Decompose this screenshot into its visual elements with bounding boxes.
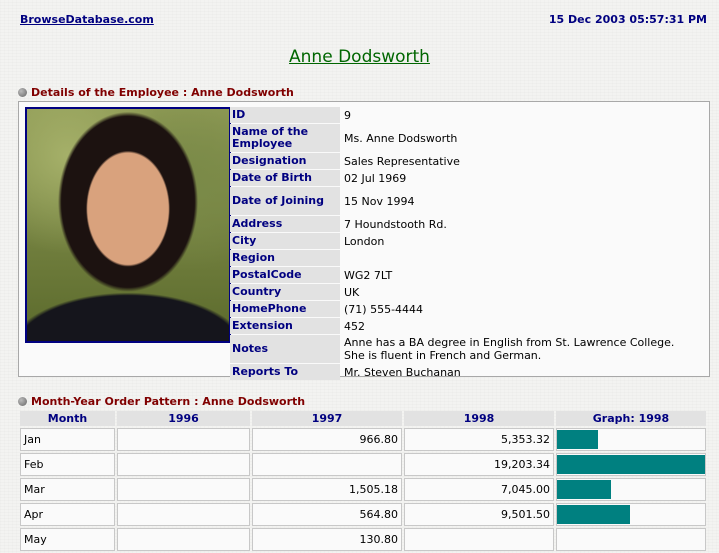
month-cell: Jan xyxy=(20,428,115,451)
table-row: Jan 966.80 5,353.32 xyxy=(20,428,706,451)
col-graph-1998: Graph: 1998 xyxy=(556,411,706,426)
detail-value: 7 Houndstooth Rd. xyxy=(344,217,447,231)
employee-photo xyxy=(25,107,231,343)
detail-row: Country UK xyxy=(230,284,694,300)
bullet-icon xyxy=(18,397,27,406)
detail-label: Extension xyxy=(230,318,340,334)
detail-label: HomePhone xyxy=(230,301,340,317)
value-1997-cell: 1,505.18 xyxy=(252,478,402,501)
value-1997-cell: 966.80 xyxy=(252,428,402,451)
value-1996-cell xyxy=(117,478,250,501)
value-1998-cell: 5,353.32 xyxy=(404,428,554,451)
detail-value: WG2 7LT xyxy=(344,268,393,282)
value-1998-cell: 7,045.00 xyxy=(404,478,554,501)
employee-details-panel: ID 9 Name of the Employee Ms. Anne Dodswort… xyxy=(18,101,710,380)
detail-label: PostalCode xyxy=(230,267,340,283)
table-row: Apr 564.80 9,501.50 xyxy=(20,503,706,526)
month-cell: Feb xyxy=(20,453,115,476)
bar-1998 xyxy=(557,505,631,524)
details-section-label: Details of the Employee : Anne Dodsworth xyxy=(31,86,294,99)
detail-label: Date of Birth xyxy=(230,170,340,186)
detail-row: PostalCode WG2 7LT xyxy=(230,267,694,283)
detail-row: ID 9 xyxy=(230,107,694,123)
col-1998[interactable]: 1998 xyxy=(404,411,554,426)
col-1997[interactable]: 1997 xyxy=(252,411,402,426)
orders-section-heading: Month-Year Order Pattern : Anne Dodswort… xyxy=(18,395,305,408)
order-pattern-table: Month 1996 1997 1998 Graph: 1998 Jan 966.… xyxy=(18,409,708,553)
value-1996-cell xyxy=(117,503,250,526)
site-link[interactable]: BrowseDatabase.com xyxy=(20,13,154,26)
detail-value: Sales Representative xyxy=(344,154,460,168)
detail-row: HomePhone (71) 555-4444 xyxy=(230,301,694,317)
col-1996[interactable]: 1996 xyxy=(117,411,250,426)
current-datetime: 15 Dec 2003 05:57:31 PM xyxy=(548,13,707,26)
detail-value: Anne has a BA degree in English from St.… xyxy=(344,336,675,362)
page-title[interactable]: Anne Dodsworth xyxy=(0,47,719,67)
month-cell: Apr xyxy=(20,503,115,526)
details-section-heading: Details of the Employee : Anne Dodsworth xyxy=(18,86,294,99)
value-1998-cell: 19,203.34 xyxy=(404,453,554,476)
detail-row: Date of Joining 15 Nov 1994 xyxy=(230,187,694,215)
value-1997-cell: 564.80 xyxy=(252,503,402,526)
detail-row: Region xyxy=(230,250,694,266)
graph-cell xyxy=(556,428,706,451)
bar-1998 xyxy=(557,480,612,499)
detail-label: Country xyxy=(230,284,340,300)
detail-label: Reports To xyxy=(230,364,340,380)
detail-label: Notes xyxy=(230,335,340,363)
detail-label: ID xyxy=(230,107,340,123)
detail-label: Name of the Employee xyxy=(230,124,340,152)
orders-section-label: Month-Year Order Pattern : Anne Dodswort… xyxy=(31,395,306,408)
detail-value xyxy=(340,250,694,266)
bar-1998 xyxy=(557,430,599,449)
detail-row: Name of the Employee Ms. Anne Dodsworth xyxy=(230,124,694,152)
detail-label: Designation xyxy=(230,153,340,169)
bullet-icon xyxy=(18,88,27,97)
detail-value: (71) 555-4444 xyxy=(344,302,424,316)
detail-label: Address xyxy=(230,216,340,232)
detail-value: 9 xyxy=(344,108,351,122)
detail-label: Date of Joining xyxy=(230,187,340,215)
table-row: Mar 1,505.18 7,045.00 xyxy=(20,478,706,501)
table-row: Feb 19,203.34 xyxy=(20,453,706,476)
value-1996-cell xyxy=(117,428,250,451)
employee-details-table: ID 9 Name of the Employee Ms. Anne Dodswort… xyxy=(230,106,694,381)
graph-cell xyxy=(556,503,706,526)
value-1998-cell: 9,501.50 xyxy=(404,503,554,526)
detail-row: Notes Anne has a BA degree in English fro… xyxy=(230,335,694,363)
detail-value: 15 Nov 1994 xyxy=(344,194,415,208)
top-bar: BrowseDatabase.com 15 Dec 2003 05:57:31 … xyxy=(0,0,719,40)
detail-value: London xyxy=(344,234,385,248)
graph-cell xyxy=(556,478,706,501)
detail-row: Extension 452 xyxy=(230,318,694,334)
detail-row: Reports To Mr. Steven Buchanan xyxy=(230,364,694,380)
detail-row: Address 7 Houndstooth Rd. xyxy=(230,216,694,232)
col-month[interactable]: Month xyxy=(20,411,115,426)
detail-row: Designation Sales Representative xyxy=(230,153,694,169)
detail-value: 452 xyxy=(344,319,365,333)
detail-row: Date of Birth 02 Jul 1969 xyxy=(230,170,694,186)
detail-value: UK xyxy=(344,285,360,299)
value-1997-cell xyxy=(252,453,402,476)
detail-label: City xyxy=(230,233,340,249)
bar-1998 xyxy=(557,455,705,474)
detail-row: City London xyxy=(230,233,694,249)
graph-cell xyxy=(556,453,706,476)
detail-value: 02 Jul 1969 xyxy=(344,171,407,185)
detail-label: Region xyxy=(230,250,340,266)
detail-value: Ms. Anne Dodsworth xyxy=(344,131,458,145)
detail-value: Mr. Steven Buchanan xyxy=(344,365,461,379)
month-cell: Mar xyxy=(20,478,115,501)
value-1996-cell xyxy=(117,453,250,476)
